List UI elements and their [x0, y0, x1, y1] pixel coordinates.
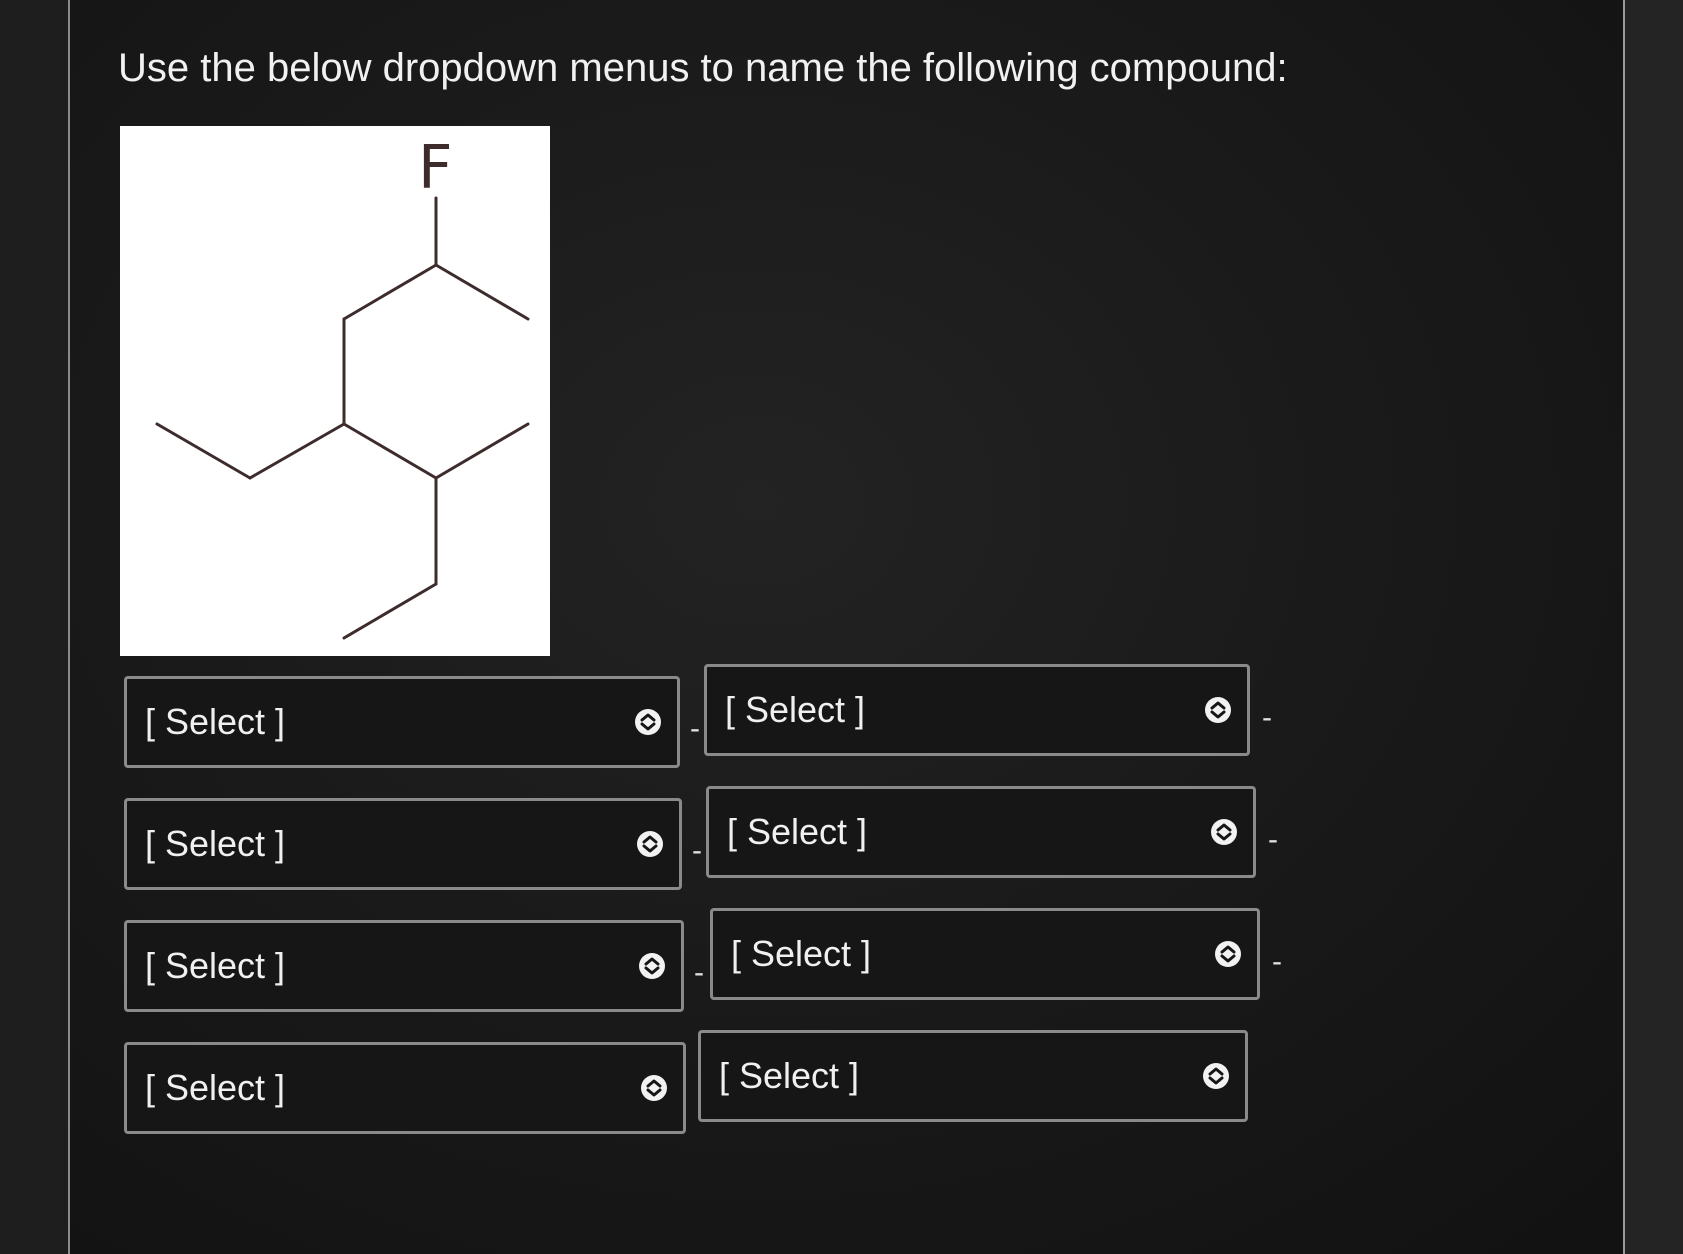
- hyphen-separator: -: [1272, 945, 1282, 978]
- hyphen-separator: -: [692, 834, 702, 867]
- select-placeholder: [ Select ]: [731, 933, 872, 974]
- up-down-chevron-icon: [1203, 1063, 1229, 1089]
- fluorine-atom-label: F: [418, 133, 453, 203]
- select-placeholder: [ Select ]: [145, 1067, 286, 1108]
- bond-c2-c3: [342, 263, 438, 321]
- hyphen-separator: -: [690, 712, 700, 745]
- up-down-chevron-icon: [639, 953, 665, 979]
- bond-c5-methyl: [434, 422, 530, 480]
- bond-c4-c5: [342, 422, 438, 480]
- select-placeholder: [ Select ]: [145, 945, 286, 986]
- name-part-select-row2-right[interactable]: [ Select ]: [706, 786, 1256, 878]
- name-part-select-row2-left[interactable]: [ Select ]: [124, 798, 682, 890]
- hyphen-separator: -: [694, 956, 704, 989]
- select-placeholder: [ Select ]: [725, 689, 866, 730]
- bond-c6-c7: [342, 582, 438, 640]
- question-text: Use the below dropdown menus to name the…: [118, 46, 1288, 90]
- skeletal-formula: F: [155, 133, 530, 640]
- bond-c1-c2: [434, 263, 530, 321]
- quiz-screen: Use the below dropdown menus to name the…: [0, 0, 1683, 1254]
- select-placeholder: [ Select ]: [719, 1055, 860, 1096]
- hyphen-separator: -: [1262, 701, 1272, 734]
- up-down-chevron-icon: [1211, 819, 1237, 845]
- up-down-chevron-icon: [637, 831, 663, 857]
- up-down-chevron-icon: [1215, 941, 1241, 967]
- select-placeholder: [ Select ]: [727, 811, 868, 852]
- compound-structure-image: F: [120, 126, 550, 656]
- name-part-select-row4-right[interactable]: [ Select ]: [698, 1030, 1248, 1122]
- up-down-chevron-icon: [635, 709, 661, 735]
- bond-c4-ethyl-1: [248, 422, 346, 480]
- name-part-select-row1-left[interactable]: [ Select ]: [124, 676, 680, 768]
- name-part-select-row4-left[interactable]: [ Select ]: [124, 1042, 686, 1134]
- name-part-select-row3-right[interactable]: [ Select ]: [710, 908, 1260, 1000]
- left-window-edge: [0, 0, 70, 1254]
- name-part-select-row1-right[interactable]: [ Select ]: [704, 664, 1250, 756]
- hyphen-separator: -: [1268, 823, 1278, 856]
- select-placeholder: [ Select ]: [145, 701, 286, 742]
- up-down-chevron-icon: [1205, 697, 1231, 723]
- select-placeholder: [ Select ]: [145, 823, 286, 864]
- name-part-select-row3-left[interactable]: [ Select ]: [124, 920, 684, 1012]
- right-window-edge: [1623, 0, 1683, 1254]
- bond-ethyl-2: [155, 422, 252, 480]
- up-down-chevron-icon: [641, 1075, 667, 1101]
